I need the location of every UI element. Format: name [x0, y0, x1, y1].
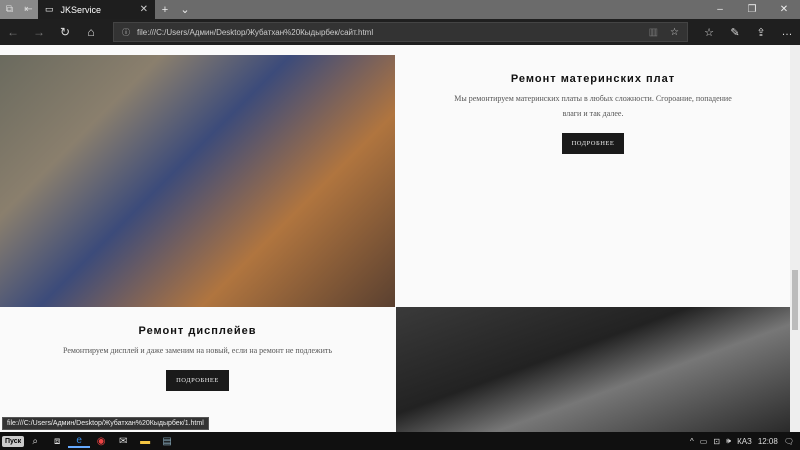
document-icon[interactable]: ▤ — [156, 436, 178, 447]
battery-icon[interactable]: ▭ — [700, 437, 708, 446]
info-icon: ⓘ — [122, 27, 130, 37]
tab-preview-icon[interactable]: ⧉ — [0, 0, 19, 19]
tab-jkservice[interactable]: ▭ JKService ✕ — [38, 0, 155, 19]
task-view-icon[interactable]: ⧈ — [46, 436, 68, 447]
mail-icon[interactable]: ✉ — [112, 436, 134, 447]
new-tab-button[interactable]: + — [155, 4, 175, 16]
address-bar[interactable]: ⓘ file:///C:/Users/Админ/Desktop/Жубатха… — [113, 22, 688, 42]
repair-station-photo — [396, 307, 790, 432]
service-title: Ремонт дисплейев — [138, 325, 257, 337]
start-button[interactable]: Пуск — [2, 435, 25, 447]
status-link: file:///C:/Users/Админ/Desktop/Жубатхан%… — [2, 417, 209, 430]
service-description: Мы ремонтируем материнских платы в любых… — [454, 94, 732, 118]
network-icon[interactable]: ⊡ — [713, 437, 720, 446]
service-motherboard: Ремонт материнских плат Мы ремонтируем м… — [396, 73, 790, 154]
technician-photo — [0, 55, 395, 307]
home-button[interactable]: ⌂ — [78, 25, 104, 39]
chevron-up-icon[interactable]: ^ — [690, 437, 694, 446]
pen-icon[interactable]: ✎ — [722, 26, 748, 39]
restore-button[interactable]: ❐ — [736, 4, 768, 15]
service-description: Ремонтируем дисплей и даже заменим на но… — [62, 346, 333, 355]
page-icon: ▭ — [45, 4, 54, 14]
chevron-down-icon[interactable]: ⌄ — [175, 3, 195, 16]
explorer-icon[interactable]: ▬ — [134, 436, 156, 447]
reading-view-icon[interactable]: ▥ — [649, 27, 658, 38]
url-text: file:///C:/Users/Админ/Desktop/Жубатхан%… — [137, 27, 374, 37]
minimize-button[interactable]: – — [704, 4, 736, 15]
edge-icon[interactable]: e — [68, 435, 91, 448]
page-content: Ремонт материнских плат Мы ремонтируем м… — [0, 45, 790, 432]
taskbar: Пуск ⌕ ⧈ e ◉ ✉ ▬ ▤ ^ ▭ ⊡ 🕪 КАЗ 12:08 🗨 — [0, 432, 800, 450]
tab-title: JKService — [60, 4, 102, 15]
share-icon[interactable]: ⇪ — [748, 26, 774, 39]
details-button[interactable]: ПОДРОБНЕЕ — [166, 370, 229, 391]
scrollbar[interactable] — [790, 45, 800, 432]
language-indicator[interactable]: КАЗ — [737, 437, 752, 446]
title-bar: ⧉ ⇤ ▭ JKService ✕ + ⌄ – ❐ ✕ — [0, 0, 800, 19]
details-button[interactable]: ПОДРОБНЕЕ — [561, 133, 625, 154]
close-tab-icon[interactable]: ✕ — [140, 4, 148, 15]
back-button[interactable]: ← — [0, 25, 26, 39]
star-icon[interactable]: ☆ — [670, 27, 679, 38]
service-display: Ремонт дисплейев Ремонтируем дисплей и д… — [0, 325, 395, 391]
search-icon[interactable]: ⌕ — [24, 436, 46, 447]
volume-icon[interactable]: 🕪 — [726, 436, 731, 446]
notifications-icon[interactable]: 🗨 — [784, 437, 794, 446]
forward-button[interactable]: → — [26, 25, 52, 39]
service-title: Ремонт материнских плат — [510, 73, 676, 85]
favorites-icon[interactable]: ☆ — [696, 26, 722, 39]
clock[interactable]: 12:08 — [758, 437, 778, 446]
refresh-button[interactable]: ↻ — [52, 25, 78, 39]
nav-bar: ← → ↻ ⌂ ⓘ file:///C:/Users/Админ/Desktop… — [0, 19, 800, 45]
chrome-icon[interactable]: ◉ — [90, 436, 112, 447]
close-window-button[interactable]: ✕ — [768, 4, 800, 15]
more-icon[interactable]: … — [774, 26, 800, 38]
scrollbar-thumb[interactable] — [792, 270, 798, 330]
set-aside-tabs-icon[interactable]: ⇤ — [19, 0, 38, 19]
